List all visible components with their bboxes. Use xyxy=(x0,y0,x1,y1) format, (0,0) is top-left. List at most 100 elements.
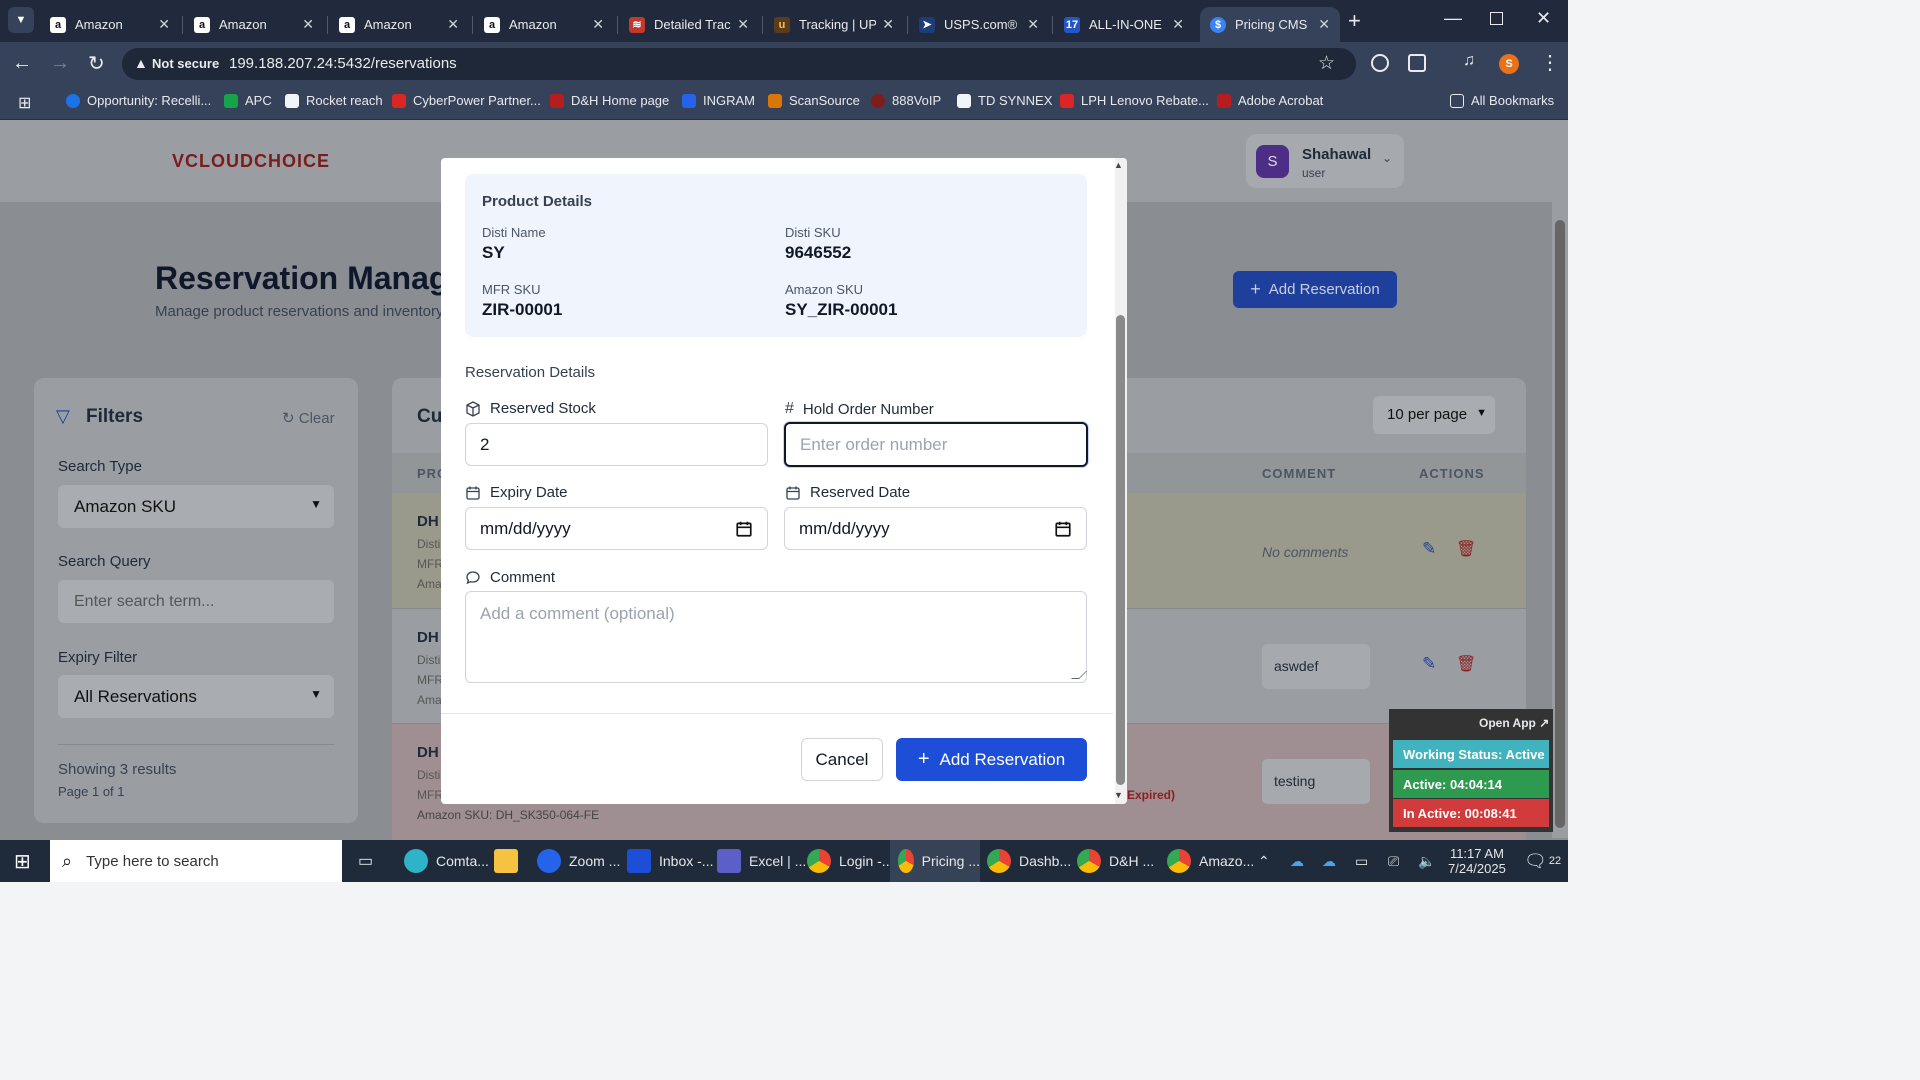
back-arrow-icon[interactable]: ← xyxy=(12,52,32,75)
taskbar-app[interactable]: Login -... xyxy=(807,840,893,882)
tracking-icon: ≋ xyxy=(629,16,645,33)
cancel-button[interactable]: Cancel xyxy=(801,738,883,781)
browser-tab[interactable]: a Amazon ✕ xyxy=(474,7,614,42)
taskbar-app[interactable]: Zoom ... xyxy=(537,840,620,882)
notifications-icon[interactable]: 🗨 22 xyxy=(1524,840,1561,882)
taskbar-app-active[interactable]: Pricing ... xyxy=(890,840,980,882)
expiry-filter-select[interactable]: All Reservations ▼ xyxy=(58,675,334,718)
bookmark-item[interactable]: TD SYNNEX xyxy=(957,93,1052,108)
close-tab-icon[interactable]: ✕ xyxy=(882,16,894,33)
reserved-date-input[interactable]: mm/dd/yyyy xyxy=(784,507,1087,550)
bookmark-item[interactable]: Rocket reach xyxy=(285,93,383,108)
bookmark-item[interactable]: LPH Lenovo Rebate... xyxy=(1060,93,1209,108)
close-tab-icon[interactable]: ✕ xyxy=(1172,16,1184,33)
media-icon[interactable]: ♫ xyxy=(1463,52,1475,70)
forward-arrow-icon[interactable]: → xyxy=(50,52,70,75)
row-detail: Disti xyxy=(417,768,441,782)
scroll-up-arrow[interactable]: ▲ xyxy=(1114,160,1123,170)
browser-tab[interactable]: ➤ USPS.com® ✕ xyxy=(909,7,1049,42)
browser-tab[interactable]: a Amazon ✕ xyxy=(329,7,469,42)
browser-tab-active[interactable]: $ Pricing CMS ✕ xyxy=(1200,7,1340,42)
calendar-icon[interactable] xyxy=(735,520,753,538)
reserved-stock-input[interactable]: 2 xyxy=(465,423,768,466)
reload-icon[interactable]: ↻ xyxy=(88,51,105,76)
taskbar-app[interactable]: Excel | ... xyxy=(717,840,806,882)
add-reservation-submit-button[interactable]: + Add Reservation xyxy=(896,738,1087,781)
tab-search-button[interactable]: ▼ xyxy=(8,7,34,33)
onedrive-icon[interactable]: ☁ xyxy=(1290,840,1304,882)
bookmark-item[interactable]: CyberPower Partner... xyxy=(392,93,541,108)
bookmark-item[interactable]: APC xyxy=(224,93,272,108)
close-tab-icon[interactable]: ✕ xyxy=(737,16,749,33)
bookmark-star-icon[interactable]: ☆ xyxy=(1318,52,1335,75)
close-tab-icon[interactable]: ✕ xyxy=(158,16,170,33)
close-tab-icon[interactable]: ✕ xyxy=(592,16,604,33)
edit-icon[interactable]: ✎ xyxy=(1422,539,1436,559)
comment-textarea[interactable]: Add a comment (optional) xyxy=(465,591,1087,683)
browser-tab[interactable]: a Amazon ✕ xyxy=(40,7,180,42)
taskbar-app[interactable]: Comta... xyxy=(404,840,489,882)
bookmark-item[interactable]: Adobe Acrobat xyxy=(1217,93,1323,108)
warning-icon[interactable]: ▲ xyxy=(134,55,148,71)
url-text[interactable]: 199.188.207.24:5432/reservations xyxy=(229,55,457,72)
amazon-icon: a xyxy=(339,16,355,33)
close-tab-icon[interactable]: ✕ xyxy=(302,16,314,33)
address-bar[interactable]: ▲ Not secure 199.188.207.24:5432/reserva… xyxy=(122,48,1356,80)
search-query-input[interactable]: Enter search term... xyxy=(58,580,334,623)
edit-icon[interactable]: ✎ xyxy=(1422,654,1436,674)
task-view-icon[interactable]: ▭ xyxy=(358,840,373,882)
security-label[interactable]: Not secure xyxy=(152,56,219,71)
translate-icon[interactable] xyxy=(1371,54,1389,72)
taskbar-app[interactable]: Amazo... xyxy=(1167,840,1254,882)
scroll-down-arrow[interactable]: ▼ xyxy=(1114,790,1123,800)
profile-avatar[interactable]: S xyxy=(1499,54,1519,74)
bookmark-item[interactable]: Opportunity: Recelli... xyxy=(66,93,211,108)
close-window-icon[interactable]: ✕ xyxy=(1536,8,1551,29)
tray-chevron-icon[interactable]: ⌃ xyxy=(1258,840,1270,882)
taskbar-app[interactable]: Inbox -... xyxy=(627,840,713,882)
calendar-icon[interactable] xyxy=(1054,520,1072,538)
file-explorer-icon[interactable] xyxy=(494,840,526,882)
open-app-link[interactable]: Open App ↗ xyxy=(1479,716,1549,730)
bookmark-item[interactable]: 888VoIP xyxy=(871,93,941,108)
battery-icon[interactable]: ▭ xyxy=(1355,840,1368,882)
new-tab-button[interactable]: + xyxy=(1348,8,1361,34)
clock[interactable]: 11:17 AM 7/24/2025 xyxy=(1448,840,1506,882)
add-reservation-header-button[interactable]: + Add Reservation xyxy=(1233,271,1397,308)
trash-icon[interactable]: 🗑 xyxy=(1456,654,1476,674)
extensions-icon[interactable] xyxy=(1408,54,1426,72)
apps-grid-icon[interactable]: ⊞ xyxy=(18,93,31,113)
trash-icon[interactable]: 🗑 xyxy=(1456,539,1476,559)
search-type-select[interactable]: Amazon SKU ▼ xyxy=(58,485,334,528)
browser-tab[interactable]: 17 ALL-IN-ONE ✕ xyxy=(1054,7,1194,42)
minimize-icon[interactable]: — xyxy=(1444,8,1462,29)
taskbar-app[interactable]: D&H ... xyxy=(1077,840,1154,882)
close-tab-icon[interactable]: ✕ xyxy=(1027,16,1039,33)
taskbar-app[interactable]: Dashb... xyxy=(987,840,1071,882)
expiry-date-input[interactable]: mm/dd/yyyy xyxy=(465,507,768,550)
network-icon[interactable]: ⎚ xyxy=(1388,840,1399,882)
hold-order-input[interactable]: Enter order number xyxy=(784,422,1088,467)
close-tab-icon[interactable]: ✕ xyxy=(1318,16,1330,33)
browser-tab[interactable]: u Tracking | UP ✕ xyxy=(764,7,904,42)
per-page-select[interactable]: 10 per page ▼ xyxy=(1373,396,1495,434)
restore-icon[interactable] xyxy=(1490,12,1503,25)
browser-tab[interactable]: a Amazon ✕ xyxy=(184,7,324,42)
menu-dots-icon[interactable]: ⋮ xyxy=(1540,50,1560,75)
volume-icon[interactable]: 🔈 xyxy=(1418,840,1435,882)
bookmark-item[interactable]: ScanSource xyxy=(768,93,860,108)
taskbar-search[interactable]: ⌕ Type here to search xyxy=(50,840,342,882)
all-bookmarks[interactable]: All Bookmarks xyxy=(1450,93,1554,108)
clear-filters-button[interactable]: ↻ Clear xyxy=(282,409,335,427)
user-menu[interactable]: S Shahawal user ⌄ xyxy=(1246,134,1404,188)
scroll-thumb[interactable] xyxy=(1116,315,1125,785)
bookmark-item[interactable]: INGRAM xyxy=(682,93,755,108)
browser-tab[interactable]: ≋ Detailed Trac ✕ xyxy=(619,7,759,42)
bookmark-item[interactable]: D&H Home page xyxy=(550,93,669,108)
label-text: Hold Order Number xyxy=(802,400,934,418)
close-tab-icon[interactable]: ✕ xyxy=(447,16,459,33)
page-scroll-thumb[interactable] xyxy=(1555,220,1565,828)
onedrive-icon[interactable]: ☁ xyxy=(1322,840,1336,882)
page-indicator: Page 1 of 1 xyxy=(58,784,125,799)
windows-start-icon[interactable]: ⊞ xyxy=(14,840,31,882)
